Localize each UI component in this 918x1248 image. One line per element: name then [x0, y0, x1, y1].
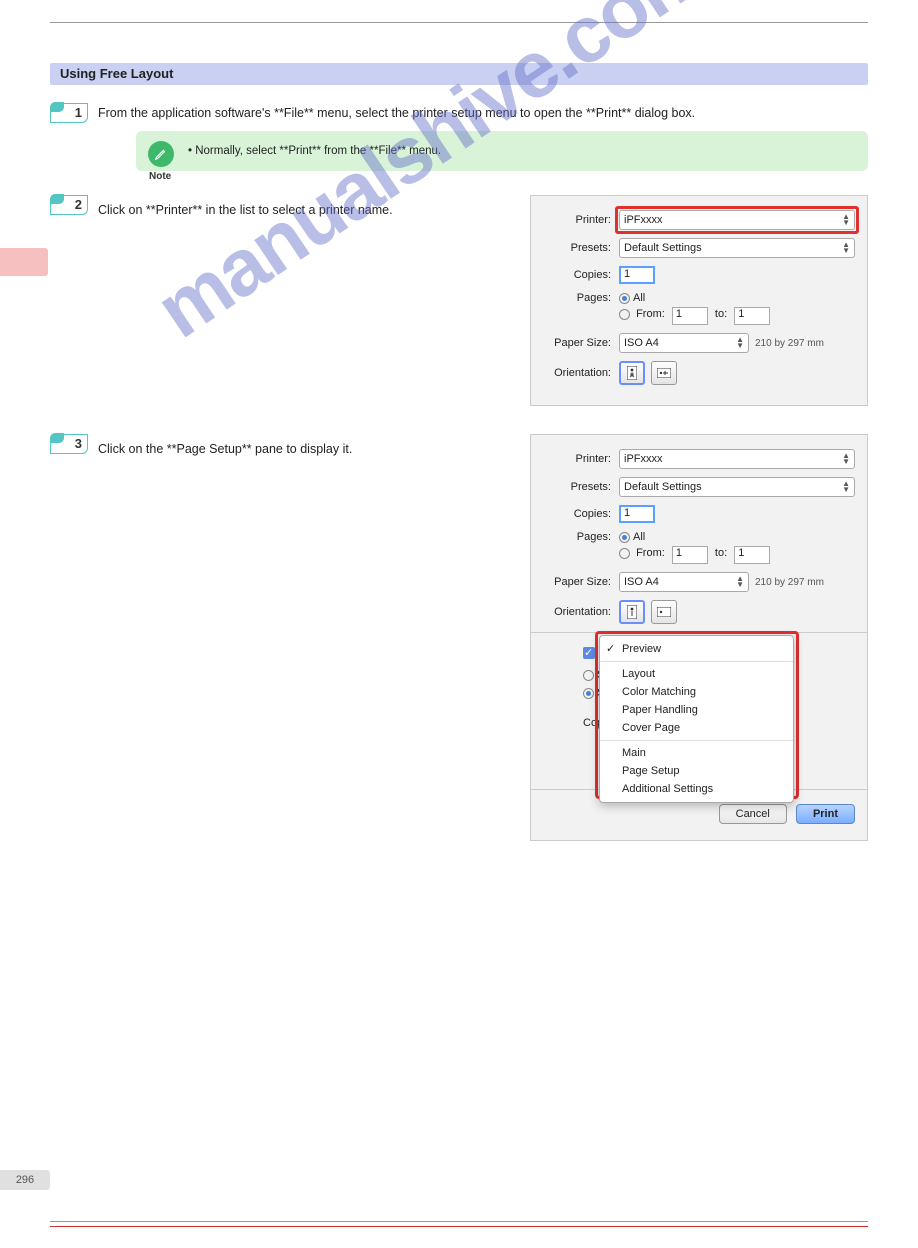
auto-rotate-checkbox[interactable]	[583, 647, 595, 659]
presets-select-2[interactable]: Default Settings▲▼	[619, 477, 855, 497]
menu-item-preview[interactable]: Preview	[600, 640, 793, 658]
pages-to-input[interactable]: 1	[734, 307, 770, 325]
step-badge-2: 2	[50, 195, 88, 215]
presets-label-2: Presets:	[543, 481, 619, 493]
print-button[interactable]: Print	[796, 804, 855, 824]
orientation-portrait-button[interactable]	[619, 361, 645, 385]
orientation-label: Orientation:	[543, 367, 619, 379]
pages-all-radio[interactable]	[619, 293, 630, 304]
pages-all-radio-2[interactable]	[619, 532, 630, 543]
pages-from-radio[interactable]	[619, 309, 630, 320]
pages-from-radio-2[interactable]	[619, 548, 630, 559]
pages-all-label-2: All	[633, 531, 645, 543]
pane-menu[interactable]: Preview Layout Color Matching Paper Hand…	[599, 635, 794, 803]
copies-label-2: Copies:	[543, 508, 619, 520]
orientation-landscape-button-2[interactable]	[651, 600, 677, 624]
papersize-label-2: Paper Size:	[543, 576, 619, 588]
menu-item-coverpage[interactable]: Cover Page	[600, 719, 793, 737]
step-1-text: From the application software's **File**…	[98, 103, 868, 123]
pages-from-input-2[interactable]: 1	[672, 546, 708, 564]
pages-to-label: to:	[715, 308, 727, 320]
papersize-note: 210 by 297 mm	[755, 338, 824, 349]
note-box: Note • Normally, select **Print** from t…	[136, 131, 868, 171]
step-badge-3: 3	[50, 434, 88, 454]
papersize-note-2: 210 by 297 mm	[755, 577, 824, 588]
menu-item-paperhandling[interactable]: Paper Handling	[600, 701, 793, 719]
top-rule	[50, 22, 868, 23]
menu-item-additional[interactable]: Additional Settings	[600, 780, 793, 798]
printer-label-2: Printer:	[543, 453, 619, 465]
step-3-text: Click on the **Page Setup** pane to disp…	[98, 440, 512, 458]
pages-to-input-2[interactable]: 1	[734, 546, 770, 564]
printer-label: Printer:	[543, 214, 619, 226]
print-dialog-1: Printer: iPFxxxx▲▼ Presets: Default Sett…	[530, 195, 868, 406]
print-dialog-2: Printer: iPFxxxx▲▼ Presets: Default Sett…	[530, 434, 868, 841]
pages-all-label: All	[633, 292, 645, 304]
scale-radio-1[interactable]	[583, 670, 594, 681]
papersize-select-2[interactable]: ISO A4▲▼	[619, 572, 749, 592]
orientation-label-2: Orientation:	[543, 606, 619, 618]
printer-select-2[interactable]: iPFxxxx▲▼	[619, 449, 855, 469]
printer-select[interactable]: iPFxxxx▲▼	[619, 210, 855, 230]
menu-item-pagesetup[interactable]: Page Setup	[600, 762, 793, 780]
pages-from-input[interactable]: 1	[672, 307, 708, 325]
orientation-landscape-button[interactable]	[651, 361, 677, 385]
footer	[50, 1221, 868, 1228]
cancel-button[interactable]: Cancel	[719, 804, 787, 824]
copies-label: Copies:	[543, 269, 619, 281]
pages-to-label-2: to:	[715, 547, 727, 559]
copies-input-2[interactable]: 1	[619, 505, 655, 523]
pages-label: Pages:	[543, 292, 619, 304]
menu-item-main[interactable]: Main	[600, 744, 793, 762]
presets-label: Presets:	[543, 242, 619, 254]
pages-from-label-2: From:	[636, 547, 665, 559]
menu-item-layout[interactable]: Layout	[600, 665, 793, 683]
menu-item-colormatching[interactable]: Color Matching	[600, 683, 793, 701]
section-title: Using Free Layout	[50, 63, 868, 85]
note-text: • Normally, select **Print** from the **…	[188, 145, 852, 157]
step-badge-1: 1	[50, 103, 88, 123]
scale-radio-2[interactable]	[583, 688, 594, 699]
pencil-icon	[148, 141, 174, 167]
presets-select[interactable]: Default Settings▲▼	[619, 238, 855, 258]
orientation-portrait-button-2[interactable]	[619, 600, 645, 624]
step-2-text: Click on **Printer** in the list to sele…	[98, 201, 512, 219]
pages-label-2: Pages:	[543, 531, 619, 543]
copies-input[interactable]: 1	[619, 266, 655, 284]
pages-from-label: From:	[636, 308, 665, 320]
papersize-label: Paper Size:	[543, 337, 619, 349]
papersize-select[interactable]: ISO A4▲▼	[619, 333, 749, 353]
note-label: Note	[149, 171, 171, 182]
